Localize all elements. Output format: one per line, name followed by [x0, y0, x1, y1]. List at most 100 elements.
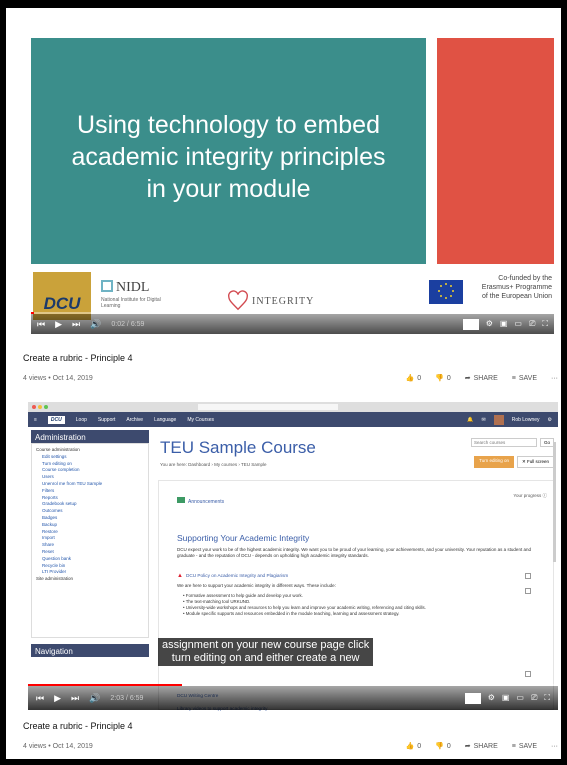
fullscreen-icon[interactable]: ⛶: [542, 319, 548, 330]
cast-icon[interactable]: ⎚: [531, 693, 537, 704]
completion-checkbox: [525, 588, 531, 594]
views-date: 4 views • Oct 14, 2019: [23, 742, 93, 750]
dislike-button[interactable]: 👎 0: [435, 374, 451, 382]
video-title[interactable]: Create a rubric - Principle 4: [23, 721, 558, 731]
course-search: Search courses Go: [470, 438, 554, 447]
menu-icon: ≡: [34, 416, 37, 423]
save-label: SAVE: [518, 742, 537, 750]
go-button: Go: [539, 438, 554, 447]
admin-item: Share: [42, 542, 55, 548]
views-date: 4 views • Oct 14, 2019: [23, 374, 93, 382]
admin-item: Gradebook setup: [42, 501, 77, 507]
dislike-button[interactable]: 👎 0: [435, 742, 451, 750]
thumbs-up-icon: 👍: [405, 375, 415, 382]
time-display: 0:02 / 6:59: [111, 320, 145, 328]
admin-item: Restore: [42, 528, 58, 534]
nidl-subtitle: National Institute for Digital Learning: [101, 297, 161, 309]
nidl-logo: NIDL National Institute for Digital Lear…: [101, 278, 171, 309]
video-stats-row: 4 views • Oct 14, 2019 👍 0 👎 0 ➦ SHARE ≡ SAV…: [23, 742, 558, 751]
pdf-icon: ▲: [177, 573, 183, 579]
thumbs-up-icon: 👍: [405, 743, 415, 750]
thumbs-down-icon: 👎: [435, 743, 444, 750]
theater-icon[interactable]: ▭: [514, 319, 522, 330]
volume-icon[interactable]: 🔊: [89, 693, 100, 704]
play-icon[interactable]: ▶: [54, 693, 61, 704]
admin-item: LTI Provider: [42, 569, 67, 575]
fullscreen-icon[interactable]: ⛶: [544, 693, 550, 704]
share-button[interactable]: ➦ SHARE: [465, 374, 498, 382]
dislike-count: 0: [446, 375, 451, 382]
navbar-user-area: 🔔 ✉ Rob Lowney ⚙: [467, 414, 552, 425]
next-icon[interactable]: ⏭: [71, 693, 79, 704]
admin-item: Turn editing on: [42, 460, 72, 466]
share-label: SHARE: [473, 743, 498, 750]
browser-titlebar: [28, 402, 558, 412]
search-courses-input: Search courses: [470, 438, 537, 447]
dcu-mini-logo: DCU: [47, 415, 65, 424]
volume-icon[interactable]: 🔊: [90, 319, 101, 330]
play-icon[interactable]: ▶: [55, 319, 62, 330]
your-progress: Your progress ⓘ: [513, 493, 547, 498]
nav-item-archive: Archive: [126, 416, 144, 423]
prev-icon[interactable]: ⏮: [36, 693, 44, 704]
subtitles-icon[interactable]: CC: [463, 318, 479, 330]
course-tools: Turn editing on ✕ Full screen: [474, 456, 554, 468]
subtitles-icon[interactable]: CC: [465, 692, 481, 704]
prev-icon[interactable]: ⏮: [37, 319, 45, 330]
admin-item: Unenrol me from TEU Sample: [42, 480, 103, 486]
section-title: Supporting Your Academic Integrity: [177, 533, 310, 543]
integrity-text: INTEGRITY: [252, 295, 315, 307]
like-button[interactable]: 👍 0: [406, 742, 422, 750]
window-controls: [32, 405, 48, 409]
eu-flag-icon: [429, 280, 463, 304]
nav-item-language: Language: [154, 416, 177, 423]
policy-label: DCU Policy on Academic Integrity and Pla…: [185, 573, 289, 578]
miniplayer-icon[interactable]: ▣: [500, 319, 508, 330]
admin-item: Course administration: [36, 447, 80, 452]
announcements-link: Announcements: [177, 497, 224, 505]
settings-icon[interactable]: ⚙: [486, 319, 493, 330]
share-icon: ➦: [464, 375, 471, 382]
theater-icon[interactable]: ▭: [516, 693, 524, 704]
gear-icon: ⚙: [547, 416, 552, 423]
completion-checkbox: [525, 573, 531, 579]
nidl-square-icon: [101, 280, 113, 292]
share-icon: ➦: [464, 743, 471, 750]
announcements-label: Announcements: [188, 499, 225, 505]
miniplayer-icon[interactable]: ▣: [502, 693, 510, 704]
video-info-1: Create a rubric - Principle 4 4 views • …: [23, 353, 558, 382]
admin-item: Badges: [42, 514, 58, 520]
admin-item: Outcomes: [42, 508, 63, 514]
video-player-1[interactable]: Using technology to embed academic integ…: [21, 24, 558, 340]
video-title[interactable]: Create a rubric - Principle 4: [23, 353, 558, 363]
video-caption: assignment on your new course page click…: [158, 638, 374, 666]
share-button[interactable]: ➦ SHARE: [465, 742, 498, 750]
dislike-count: 0: [446, 743, 451, 750]
video-player-2[interactable]: ≡ DCU Loop Support Archive Language My C…: [28, 402, 558, 712]
close-icon: [32, 405, 36, 409]
next-icon[interactable]: ⏭: [72, 319, 80, 330]
share-label: SHARE: [473, 375, 498, 382]
admin-item: Filters: [42, 487, 55, 493]
playlist-add-icon: ≡: [511, 374, 516, 382]
video-actions: 👍 0 👎 0 ➦ SHARE ≡ SAVE ···: [406, 374, 559, 383]
like-button[interactable]: 👍 0: [406, 374, 422, 382]
eu-cofunded-text: Co-funded by the Erasmus+ Programme of t…: [481, 275, 552, 300]
settings-icon[interactable]: ⚙: [488, 693, 495, 704]
slide-accent-panel: [437, 38, 554, 264]
more-icon[interactable]: ···: [551, 375, 558, 382]
admin-item: Question bank: [42, 555, 72, 561]
minimize-icon: [38, 405, 42, 409]
integrity-logo: INTEGRITY: [227, 290, 314, 312]
completion-checkbox: [525, 671, 531, 677]
page-scrollbar: [553, 442, 556, 562]
more-icon[interactable]: ···: [551, 743, 558, 750]
save-button[interactable]: ≡ SAVE: [512, 743, 537, 750]
navigation-heading: Navigation: [31, 644, 149, 657]
cast-icon[interactable]: ⎚: [529, 319, 535, 330]
save-button[interactable]: ≡ SAVE: [512, 375, 537, 382]
heart-icon: [228, 290, 248, 311]
playlist-add-icon: ≡: [511, 742, 516, 750]
admin-item: Recycle bin: [42, 562, 66, 568]
admin-item: Site administration: [36, 576, 74, 582]
